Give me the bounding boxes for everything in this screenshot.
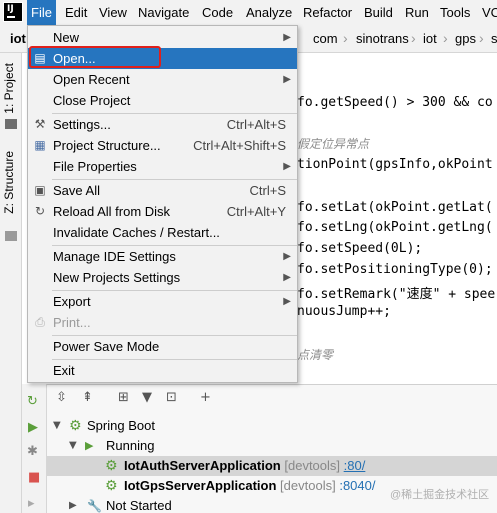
wrench-icon: 🔧: [87, 499, 102, 513]
menu-item-manage-ide-settings[interactable]: Manage IDE Settings ▶: [28, 246, 297, 267]
code-line: fo.setRemark("速度" + spee: [297, 287, 496, 302]
menu-item-open[interactable]: ▤ Open...: [28, 48, 297, 69]
menu-view[interactable]: View: [95, 0, 131, 25]
menu-build[interactable]: Build: [360, 0, 397, 25]
chevron-right-icon: ›: [343, 30, 348, 46]
structure-icon: [5, 231, 17, 241]
collapse-all-icon[interactable]: ⇞: [82, 390, 93, 405]
file-menu-dropdown: New ▶ ▤ Open... Open Recent ▶ Close Projec…: [27, 25, 298, 383]
submenu-arrow-icon: ▶: [283, 74, 291, 85]
menu-file[interactable]: File: [27, 0, 56, 25]
code-line: fo.setPositioningType(0);: [297, 262, 493, 277]
tree-label: IotGpsServerApplication [devtools] :8040…: [124, 478, 376, 493]
code-line: fo.getSpeed() > 300 && co: [297, 95, 493, 110]
save-icon: ▣: [34, 183, 46, 197]
new-tab-icon[interactable]: ⊡: [166, 390, 177, 405]
folder-open-icon: ▤: [34, 51, 46, 65]
wrench-icon: ⚒: [34, 117, 46, 131]
menu-edit[interactable]: Edit: [61, 0, 91, 25]
tab-project[interactable]: 1: Project: [2, 63, 16, 114]
tree-node-spring-boot[interactable]: ▼ ⚙ Spring Boot: [47, 416, 497, 436]
spring-boot-icon: ⚙: [69, 418, 82, 434]
chevron-right-icon[interactable]: ▶: [69, 496, 77, 513]
print-icon: ⎙: [35, 315, 45, 329]
running-icon: ▶: [85, 440, 94, 452]
submenu-arrow-icon: ▶: [283, 251, 291, 262]
breadcrumb-item[interactable]: s: [491, 31, 497, 46]
menu-item-new[interactable]: New ▶: [28, 27, 297, 48]
tree-label: Spring Boot: [87, 418, 155, 433]
code-line: fo.setLng(okPoint.getLng(: [297, 220, 493, 235]
spring-app-icon: ⚙: [105, 458, 118, 474]
menu-tools[interactable]: Tools: [436, 0, 474, 25]
menu-vcs[interactable]: VC: [478, 0, 497, 25]
debug-icon[interactable]: ✱: [27, 444, 38, 459]
filter-icon[interactable]: ▼: [142, 390, 152, 405]
menu-item-exit[interactable]: Exit: [28, 360, 297, 381]
tree-node-iot-auth-server[interactable]: ⚙ IotAuthServerApplication [devtools] :8…: [47, 456, 497, 476]
tree-node-running[interactable]: ▼ ▶ Running: [47, 436, 497, 456]
nav-project-name[interactable]: iot: [10, 31, 26, 46]
menu-item-open-recent[interactable]: Open Recent ▶: [28, 69, 297, 90]
run-icon[interactable]: ▶: [28, 420, 38, 435]
rerun-icon[interactable]: ↻: [27, 394, 38, 409]
group-icon[interactable]: ⊞: [118, 390, 129, 405]
intellij-logo-icon: IJ: [3, 2, 23, 22]
breadcrumb-item[interactable]: iot: [423, 31, 437, 46]
menu-item-new-projects-settings[interactable]: New Projects Settings ▶: [28, 267, 297, 288]
reload-icon: ↻: [34, 204, 46, 218]
chevron-down-icon[interactable]: ▼: [69, 436, 77, 456]
spring-app-icon: ⚙: [105, 478, 118, 494]
submenu-arrow-icon: ▶: [283, 296, 291, 307]
code-comment: 假定位异常点: [297, 137, 370, 151]
breadcrumb-item[interactable]: gps: [455, 31, 476, 46]
menu-item-save-all[interactable]: ▣ Save All Ctrl+S: [28, 180, 297, 201]
code-line: fo.setLat(okPoint.getLat(: [297, 200, 493, 215]
tree-label: IotAuthServerApplication [devtools] :80/: [124, 458, 366, 473]
chevron-right-icon: ›: [443, 30, 448, 46]
code-comment: 点清零: [297, 348, 334, 362]
code-line: nuousJump++;: [297, 304, 391, 319]
add-icon[interactable]: +: [200, 390, 211, 405]
menu-item-power-save-mode[interactable]: Power Save Mode: [28, 336, 297, 357]
pause-icon[interactable]: ▸: [28, 496, 35, 511]
submenu-arrow-icon: ▶: [283, 161, 291, 172]
stop-icon[interactable]: ■: [28, 470, 40, 485]
chevron-right-icon: ›: [411, 30, 416, 46]
project-structure-icon: ▦: [34, 138, 46, 152]
chevron-right-icon: ›: [479, 30, 484, 46]
menu-item-file-properties[interactable]: File Properties ▶: [28, 156, 297, 177]
menu-item-print: ⎙ Print...: [28, 312, 297, 333]
watermark: @稀土掘金技术社区: [390, 489, 490, 501]
breadcrumb-item[interactable]: com: [313, 31, 338, 46]
menu-item-project-structure[interactable]: ▦ Project Structure... Ctrl+Alt+Shift+S: [28, 135, 297, 156]
menu-code[interactable]: Code: [198, 0, 237, 25]
chevron-down-icon[interactable]: ▼: [53, 416, 61, 436]
menu-run[interactable]: Run: [401, 0, 433, 25]
expand-all-icon[interactable]: ⇳: [56, 390, 67, 405]
services-toolbar-left: ↻ ▶ ✱ ■ ▸: [22, 384, 47, 513]
submenu-arrow-icon: ▶: [283, 272, 291, 283]
menu-navigate[interactable]: Navigate: [134, 0, 193, 25]
tree-label: Not Started: [106, 498, 172, 513]
menu-item-export[interactable]: Export ▶: [28, 291, 297, 312]
menu-bar: IJ File Edit View Navigate Code Analyze …: [0, 0, 497, 25]
menu-item-close-project[interactable]: Close Project: [28, 90, 297, 111]
left-tool-strip: 1: Project Z: Structure: [0, 53, 22, 513]
menu-refactor[interactable]: Refactor: [299, 0, 356, 25]
menu-analyze[interactable]: Analyze: [242, 0, 296, 25]
code-line: fo.setSpeed(0L);: [297, 241, 423, 256]
folder-icon: [5, 119, 17, 129]
submenu-arrow-icon: ▶: [283, 32, 291, 43]
breadcrumb-item[interactable]: sinotrans: [356, 31, 409, 46]
menu-item-settings[interactable]: ⚒ Settings... Ctrl+Alt+S: [28, 114, 297, 135]
tab-structure[interactable]: Z: Structure: [2, 151, 16, 214]
code-line: tionPoint(gpsInfo,okPoint: [297, 157, 493, 172]
menu-item-reload-all[interactable]: ↻ Reload All from Disk Ctrl+Alt+Y: [28, 201, 297, 222]
menu-item-invalidate-caches[interactable]: Invalidate Caches / Restart...: [28, 222, 297, 243]
tree-label: Running: [106, 438, 155, 453]
